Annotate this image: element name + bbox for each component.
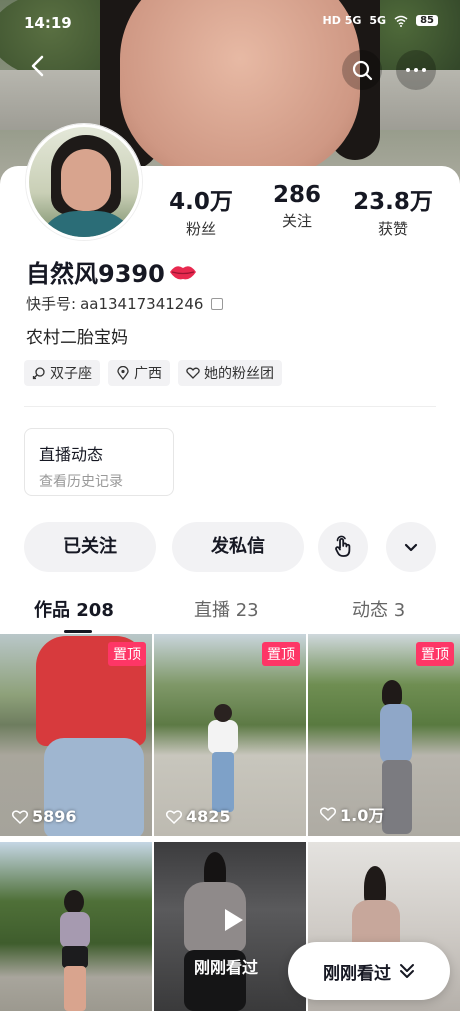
play-icon [225, 909, 243, 931]
tag-fan-club-label: 她的粉丝团 [204, 366, 274, 382]
video-likes-count: 1.0万 [340, 806, 385, 825]
status-bar: 14:19 HD 5G 5G 85 [0, 0, 460, 44]
zodiac-icon [32, 367, 45, 380]
tag-location-label: 广西 [134, 366, 162, 382]
stat-likes-label: 获赞 [377, 220, 408, 238]
stat-fans-value: 4.0万 [169, 189, 233, 215]
video-item[interactable]: 置顶 4825 [154, 634, 306, 836]
tag-fan-club[interactable]: 她的粉丝团 [178, 360, 282, 386]
stat-following-label: 关注 [281, 212, 312, 230]
status-time: 14:19 [24, 14, 72, 32]
double-chevron-down-icon [400, 964, 414, 978]
video-likes: 1.0万 [320, 802, 384, 826]
finger-tap-icon [335, 535, 351, 557]
bio: 农村二胎宝妈 [26, 328, 128, 348]
send-message-button[interactable]: 发私信 [172, 522, 304, 572]
pinned-badge: 置顶 [416, 642, 454, 666]
live-card-title: 直播动态 [39, 445, 104, 464]
just-watched-label: 刚刚看过 [194, 958, 259, 977]
username: 自然风9390 [26, 254, 197, 289]
pinned-badge: 置顶 [262, 642, 300, 666]
search-button[interactable] [342, 50, 382, 90]
video-item[interactable]: 置顶 5896 [0, 634, 152, 836]
tag-zodiac: 双子座 [24, 360, 100, 386]
battery-icon: 85 [416, 15, 438, 26]
more-options-button[interactable] [396, 50, 436, 90]
video-likes-count: 4825 [186, 807, 231, 826]
stat-following-value: 286 [272, 182, 321, 208]
live-history-card[interactable]: 直播动态 查看历史记录 [24, 428, 174, 496]
stat-fans[interactable]: 4.0万 粉丝 [166, 182, 236, 239]
heart-icon [320, 807, 336, 821]
divider [24, 406, 436, 407]
jump-button-label: 刚刚看过 [323, 963, 391, 984]
tab-live[interactable]: 直播 23 [194, 596, 259, 622]
video-item[interactable]: 置顶 1.0万 [308, 634, 460, 836]
location-pin-icon [117, 366, 129, 380]
stat-likes[interactable]: 23.8万 获赞 [350, 182, 436, 239]
kwai-id-label: 快手号: [26, 295, 77, 313]
chevron-down-icon [404, 543, 418, 552]
username-text: 自然风9390 [26, 260, 165, 288]
profile-tags: 双子座 广西 她的粉丝团 [24, 360, 282, 386]
video-likes: 4825 [166, 807, 231, 826]
live-card-subtitle: 查看历史记录 [39, 474, 123, 490]
interact-button[interactable] [318, 522, 368, 572]
tab-active-indicator [64, 630, 92, 633]
wifi-icon [394, 15, 408, 27]
heart-icon [12, 809, 28, 824]
copy-icon[interactable] [211, 297, 224, 310]
more-dots-icon [406, 68, 426, 72]
tab-moments[interactable]: 动态 3 [352, 596, 405, 622]
lips-icon [169, 265, 196, 279]
video-likes-count: 5896 [32, 807, 77, 826]
just-watched-overlay[interactable]: 刚刚看过 [154, 842, 306, 1011]
expand-button[interactable] [386, 522, 436, 572]
fan-club-icon [186, 367, 200, 379]
video-item[interactable] [0, 842, 152, 1011]
pinned-badge: 置顶 [108, 642, 146, 666]
back-arrow-icon [31, 55, 44, 77]
kwai-id: 快手号: aa13417341246 [26, 293, 224, 314]
search-icon [352, 60, 373, 81]
signal-hd-5g-icon: HD 5G [322, 14, 362, 27]
tag-zodiac-label: 双子座 [50, 366, 92, 382]
stat-fans-label: 粉丝 [185, 220, 216, 238]
back-button[interactable] [24, 52, 56, 84]
heart-icon [166, 809, 182, 824]
tab-works[interactable]: 作品 208 [34, 596, 114, 622]
signal-5g-icon: 5G [369, 14, 387, 27]
tag-location: 广西 [108, 360, 170, 386]
jump-to-just-watched-button[interactable]: 刚刚看过 [288, 942, 450, 1000]
kwai-id-value: aa13417341246 [80, 294, 204, 313]
stat-likes-value: 23.8万 [353, 189, 433, 215]
content-tabs: 作品 208 直播 23 动态 3 [0, 590, 460, 634]
avatar[interactable] [26, 124, 142, 240]
stat-following[interactable]: 286 关注 [262, 182, 332, 231]
followed-button[interactable]: 已关注 [24, 522, 156, 572]
video-likes: 5896 [12, 807, 77, 826]
